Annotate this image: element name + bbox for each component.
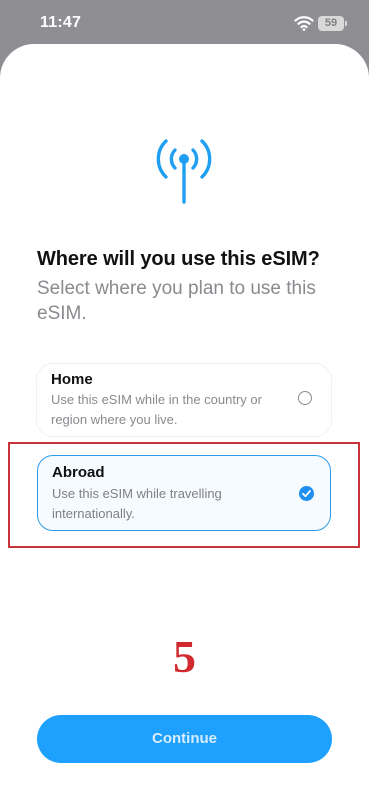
- status-bar: 11:47 59: [0, 0, 369, 48]
- option-home-title: Home: [51, 371, 93, 388]
- annotation-step-number: 5: [173, 631, 196, 682]
- battery-icon: 59: [318, 16, 347, 31]
- radio-unselected-icon[interactable]: [298, 391, 312, 405]
- continue-button[interactable]: Continue: [37, 715, 332, 763]
- status-time: 11:47: [40, 14, 82, 31]
- option-home-description: Use this eSIM while in the country or re…: [51, 392, 262, 427]
- page-subtitle: Select where you plan to use this eSIM.: [37, 278, 316, 324]
- annotation-highlight-box: [8, 442, 360, 548]
- option-home[interactable]: Home Use this eSIM while in the country …: [37, 364, 331, 436]
- antenna-icon: [146, 130, 222, 206]
- page-title: Where will you use this eSIM?: [37, 248, 320, 270]
- wifi-icon: [294, 15, 314, 31]
